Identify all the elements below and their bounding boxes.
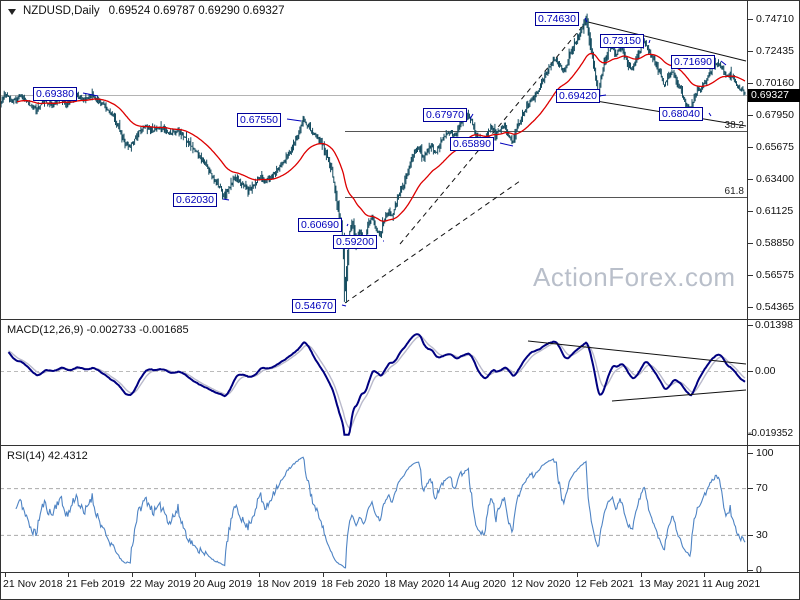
ohlc-values: 0.69524 0.69787 0.69290 0.69327 bbox=[108, 5, 285, 17]
price-axis-label: 0.74710 bbox=[756, 13, 794, 25]
price-level-label: 0.68040 bbox=[659, 107, 703, 121]
price-level-label: 0.73150 bbox=[600, 34, 644, 48]
price-level-label: 0.69380 bbox=[33, 87, 77, 101]
price-level-label: 0.71690 bbox=[671, 55, 715, 69]
price-axis-label: 0.56575 bbox=[756, 269, 794, 281]
date-axis-label: 18 Nov 2019 bbox=[257, 578, 317, 590]
date-axis-label: 21 Feb 2019 bbox=[66, 578, 125, 590]
trading-chart-window: 38.2 61.8 NZDUSD,Daily 0.69524 0.69787 0.… bbox=[0, 0, 800, 600]
price-axis-label: 0.70160 bbox=[756, 77, 794, 89]
price-axis-label: 0.72435 bbox=[756, 45, 794, 57]
price-level-label: 0.69420 bbox=[556, 89, 600, 103]
macd-axis-label: 0.01398 bbox=[755, 319, 793, 331]
date-axis-label: 18 Feb 2020 bbox=[321, 578, 380, 590]
price-axis-label: 0.63400 bbox=[756, 173, 794, 185]
price-axis-label: 0.54365 bbox=[756, 301, 794, 313]
current-price-tag: 0.69327 bbox=[748, 89, 800, 102]
price-axis-label: 0.58850 bbox=[756, 237, 794, 249]
rsi-axis-label: 0 bbox=[756, 564, 762, 576]
fib-level-label: 61.8 bbox=[725, 186, 745, 197]
macd-axis-label: 0.00 bbox=[755, 365, 776, 377]
rsi-axis-label: 70 bbox=[756, 482, 768, 494]
date-axis-label: 11 Aug 2021 bbox=[702, 578, 761, 590]
date-axis-label: 12 Nov 2020 bbox=[511, 578, 571, 590]
price-level-label: 0.59200 bbox=[333, 235, 377, 249]
date-axis-label: 21 Nov 2018 bbox=[3, 578, 63, 590]
chart-canvas[interactable]: 38.261.8 bbox=[0, 0, 800, 600]
price-level-label: 0.74630 bbox=[535, 12, 579, 26]
price-axis-label: 0.67950 bbox=[756, 109, 794, 121]
collapse-triangle-icon[interactable] bbox=[8, 9, 16, 15]
date-axis-label: 12 Feb 2021 bbox=[575, 578, 634, 590]
price-axis-label: 0.61125 bbox=[756, 205, 794, 217]
price-level-label: 0.60690 bbox=[298, 218, 342, 232]
date-axis-label: 20 Aug 2019 bbox=[193, 578, 252, 590]
date-axis-label: 18 May 2020 bbox=[384, 578, 445, 590]
price-axis-label: 0.65675 bbox=[756, 141, 794, 153]
macd-indicator-label: MACD(12,26,9) -0.002733 -0.001685 bbox=[7, 324, 189, 336]
rsi-indicator-label: RSI(14) 42.4312 bbox=[7, 450, 88, 462]
chart-title-bar: NZDUSD,Daily 0.69524 0.69787 0.69290 0.6… bbox=[6, 5, 285, 17]
rsi-axis-label: 100 bbox=[756, 447, 774, 459]
date-axis-label: 22 May 2019 bbox=[130, 578, 191, 590]
date-axis-label: 14 Aug 2020 bbox=[447, 578, 506, 590]
price-level-label: 0.67550 bbox=[237, 113, 281, 127]
price-level-label: 0.67970 bbox=[423, 108, 467, 122]
macd-axis-label: -0.019352 bbox=[748, 428, 794, 439]
price-level-label: 0.65890 bbox=[450, 137, 494, 151]
price-level-label: 0.62030 bbox=[173, 193, 217, 207]
price-level-label: 0.54670 bbox=[292, 299, 336, 313]
rsi-axis-label: 30 bbox=[756, 529, 768, 541]
watermark: ActionForex.com bbox=[533, 262, 736, 292]
symbol-period-label: NZDUSD,Daily bbox=[23, 5, 100, 17]
date-axis-label: 13 May 2021 bbox=[639, 578, 700, 590]
